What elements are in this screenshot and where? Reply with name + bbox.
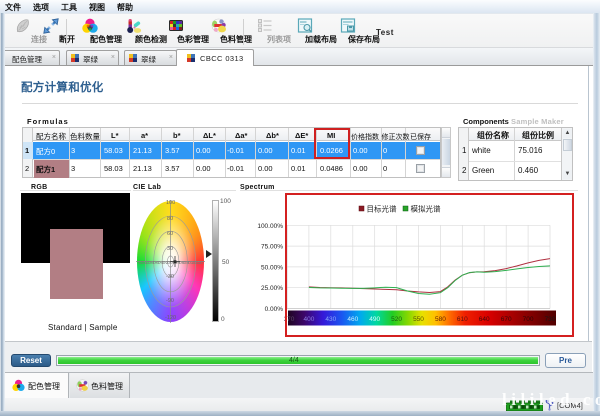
svg-text:-120: -120 <box>165 315 176 321</box>
svg-text:-120-100-80-60-40-20 0 20 40 6: -120-100-80-60-40-20 0 20 40 60 80 10012… <box>137 260 203 265</box>
svg-text:50.00%: 50.00% <box>261 264 283 271</box>
svg-text:100: 100 <box>166 200 175 206</box>
svg-text:0.00%: 0.00% <box>265 306 284 313</box>
svg-text:80: 80 <box>167 216 173 222</box>
svg-text:60: 60 <box>167 231 173 237</box>
svg-text:75.00%: 75.00% <box>261 244 283 251</box>
svg-text:30: 30 <box>167 246 173 252</box>
svg-text:25.00%: 25.00% <box>261 285 283 292</box>
svg-text:-30: -30 <box>166 274 174 280</box>
svg-text:-90: -90 <box>166 298 174 304</box>
svg-text:100.00%: 100.00% <box>257 223 283 230</box>
